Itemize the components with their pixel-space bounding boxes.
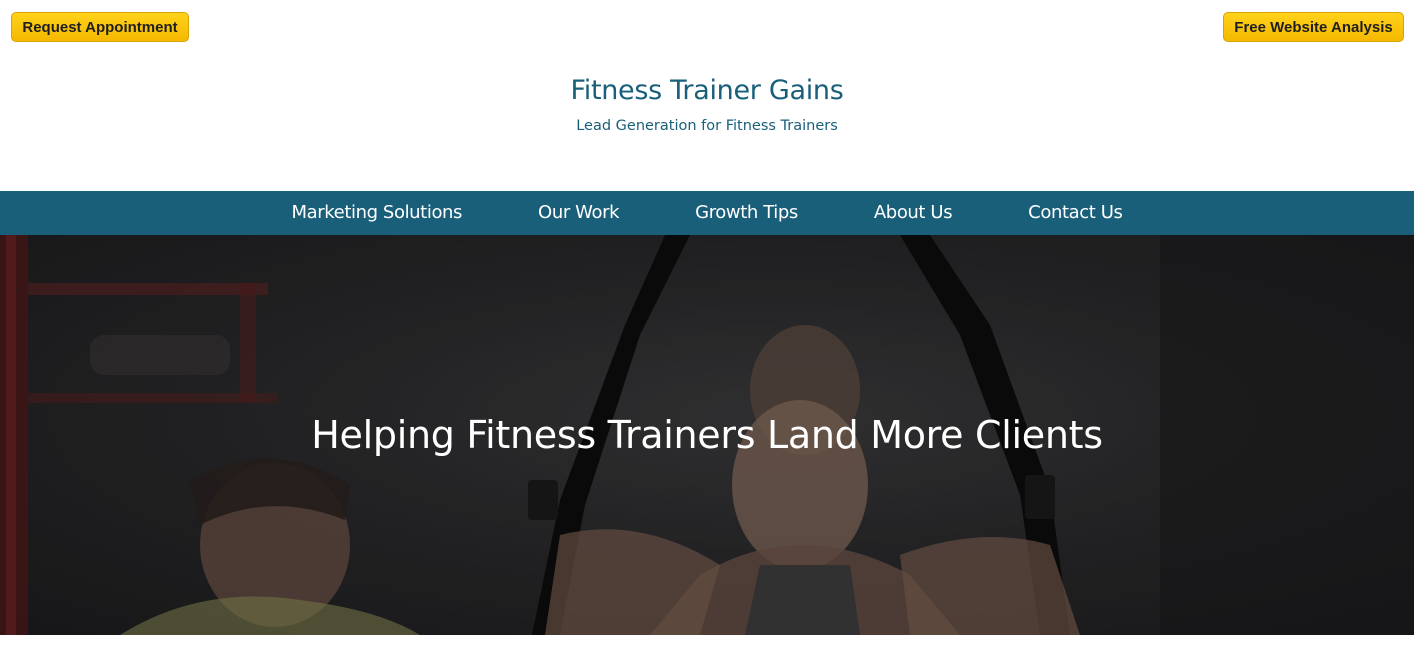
nav-item-marketing-solutions[interactable]: Marketing Solutions — [254, 191, 501, 235]
hero-heading: Helping Fitness Trainers Land More Clien… — [311, 413, 1103, 457]
nav-item-our-work[interactable]: Our Work — [500, 191, 657, 235]
free-website-analysis-button[interactable]: Free Website Analysis — [1223, 12, 1404, 42]
request-appointment-button[interactable]: Request Appointment — [11, 12, 189, 42]
nav-item-growth-tips[interactable]: Growth Tips — [657, 191, 836, 235]
nav-item-contact-us[interactable]: Contact Us — [990, 191, 1160, 235]
site-title[interactable]: Fitness Trainer Gains — [0, 72, 1414, 110]
hero-banner: Helping Fitness Trainers Land More Clien… — [0, 235, 1414, 635]
page: Request Appointment Free Website Analysi… — [0, 0, 1414, 645]
site-header: Fitness Trainer Gains Lead Generation fo… — [0, 72, 1414, 136]
nav-item-about-us[interactable]: About Us — [836, 191, 990, 235]
site-tagline: Lead Generation for Fitness Trainers — [576, 118, 838, 134]
main-nav: Marketing Solutions Our Work Growth Tips… — [0, 191, 1414, 235]
